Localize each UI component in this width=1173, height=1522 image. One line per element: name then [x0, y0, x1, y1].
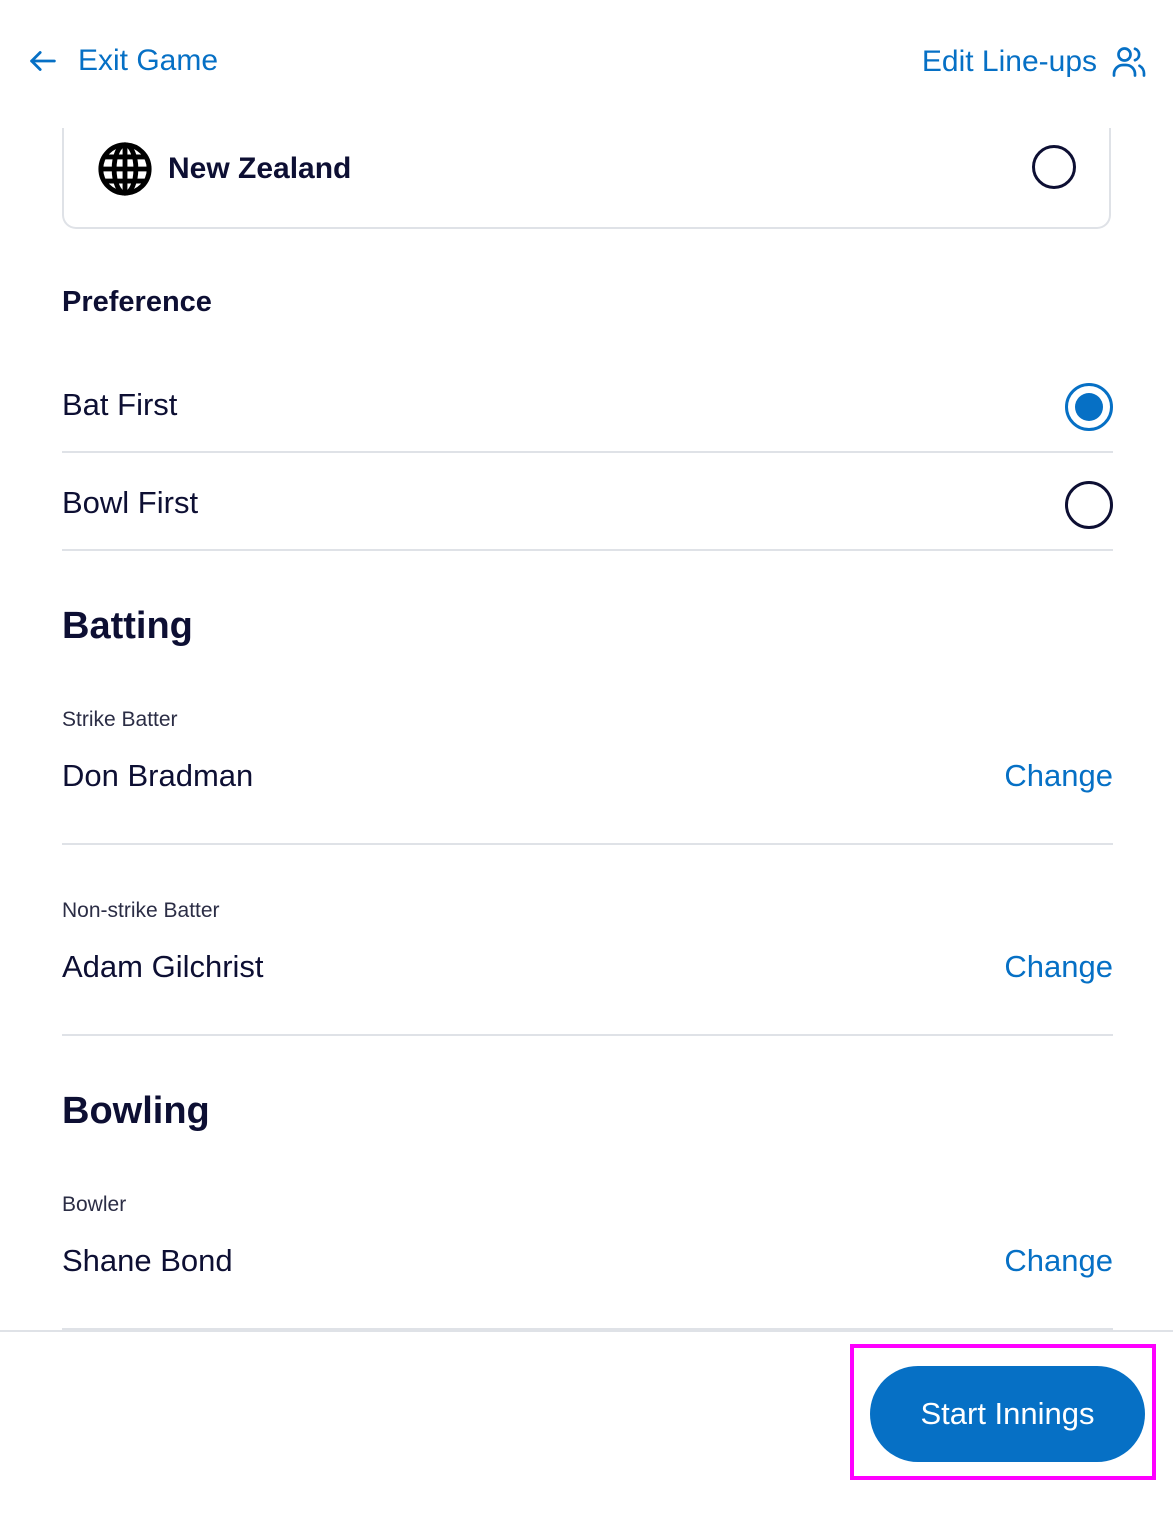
change-strike-batter-link[interactable]: Change — [1004, 758, 1113, 794]
role-label: Strike Batter — [62, 708, 178, 731]
edit-lineups-button[interactable]: Edit Line-ups — [922, 44, 1147, 80]
role-label: Non-strike Batter — [62, 899, 220, 922]
bowling-heading: Bowling — [62, 1090, 210, 1132]
team-radio[interactable] — [1032, 145, 1076, 189]
player-name: Adam Gilchrist — [62, 949, 264, 984]
team-option-card[interactable]: New Zealand — [62, 128, 1111, 229]
non-strike-batter-row: Non-strike Batter Adam Gilchrist Change — [62, 891, 1113, 1036]
start-innings-button[interactable]: Start Innings — [870, 1366, 1145, 1462]
option-label: Bowl First — [62, 485, 199, 520]
users-icon — [1112, 47, 1146, 77]
change-non-strike-batter-link[interactable]: Change — [1004, 949, 1113, 985]
exit-game-label: Exit Game — [78, 44, 219, 77]
role-label: Bowler — [62, 1193, 127, 1216]
exit-game-button[interactable]: Exit Game — [26, 44, 218, 78]
change-bowler-link[interactable]: Change — [1004, 1243, 1113, 1279]
edit-lineups-label: Edit Line-ups — [921, 45, 1097, 78]
top-bar: Exit Game Edit Line-ups — [0, 0, 1173, 128]
preference-heading: Preference — [62, 286, 212, 318]
player-name: Shane Bond — [62, 1243, 233, 1278]
batting-heading: Batting — [62, 605, 193, 647]
bat-first-radio[interactable] — [1065, 383, 1113, 431]
team-name: New Zealand — [168, 152, 352, 185]
strike-batter-row: Strike Batter Don Bradman Change — [62, 700, 1113, 845]
option-label: Bat First — [62, 387, 178, 422]
preference-option-bat-first[interactable]: Bat First — [62, 355, 1113, 453]
bowler-row: Bowler Shane Bond Change — [62, 1185, 1113, 1330]
globe-icon — [98, 142, 152, 196]
arrow-left-icon — [30, 51, 56, 71]
preference-option-bowl-first[interactable]: Bowl First — [62, 453, 1113, 551]
player-name: Don Bradman — [62, 758, 254, 793]
footer-bar: Start Innings — [0, 1330, 1173, 1522]
bowl-first-radio[interactable] — [1065, 481, 1113, 529]
